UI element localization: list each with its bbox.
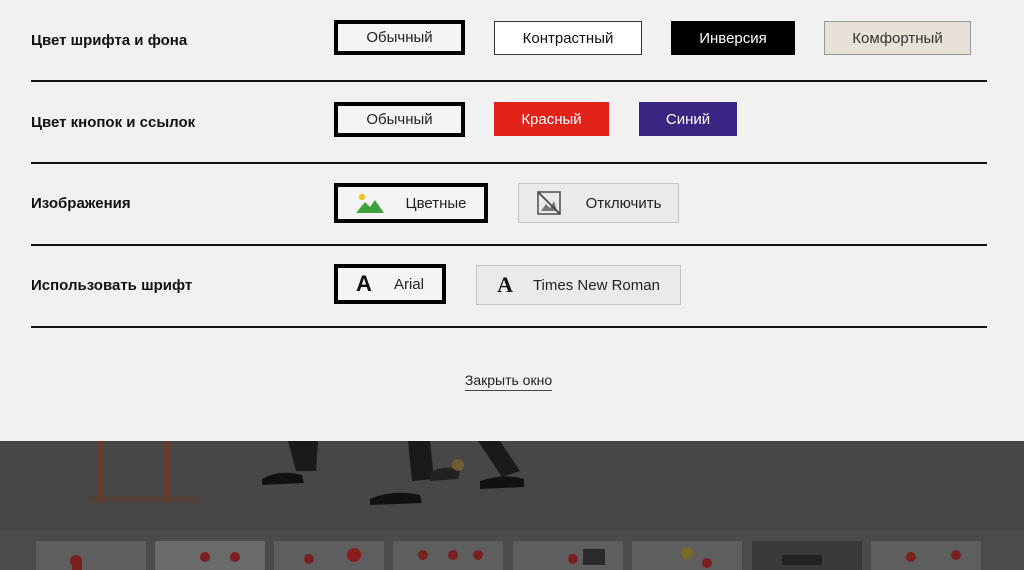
- button-label: Контрастный: [522, 29, 614, 47]
- row-label-images: Изображения: [31, 195, 131, 212]
- row-font-color: Цвет шрифта и фона Обычный Контрастный И…: [31, 0, 987, 82]
- font-color-normal-button[interactable]: Обычный: [334, 20, 465, 55]
- thumbnail[interactable]: [155, 541, 265, 570]
- row-label-button-color: Цвет кнопок и ссылок: [31, 114, 196, 131]
- button-label: Обычный: [366, 111, 433, 128]
- thumbnail[interactable]: [632, 541, 742, 570]
- row-label-font: Использовать шрифт: [31, 277, 193, 294]
- button-label: Обычный: [366, 29, 433, 46]
- button-label: Красный: [521, 110, 582, 128]
- button-label: Синий: [665, 110, 711, 128]
- button-label: Цветные: [405, 194, 467, 212]
- button-label: Инверсия: [699, 29, 767, 47]
- button-label: Times New Roman: [532, 276, 660, 294]
- thumbnail[interactable]: [36, 541, 146, 570]
- row-images: Изображения Цветные Отключить: [31, 164, 987, 246]
- thumbnail[interactable]: [752, 541, 862, 570]
- font-times-button[interactable]: A Times New Roman: [476, 265, 681, 305]
- background-illustration: [0, 441, 1024, 531]
- color-image-icon: [355, 192, 385, 214]
- thumbnail[interactable]: [513, 541, 623, 570]
- thumbnail-strip: [0, 531, 1024, 570]
- row-label-font-color: Цвет шрифта и фона: [31, 32, 188, 49]
- thumbnail[interactable]: [871, 541, 981, 570]
- font-arial-button[interactable]: A Arial: [334, 264, 446, 304]
- images-color-button[interactable]: Цветные: [334, 183, 488, 223]
- close-window-link-container: Закрыть окно: [0, 372, 1017, 391]
- button-label: Отключить: [585, 194, 662, 212]
- button-color-red-button[interactable]: Красный: [494, 102, 609, 136]
- image-off-icon: [536, 190, 562, 216]
- row-font: Использовать шрифт A Arial A Times New R…: [31, 246, 987, 328]
- row-button-color: Цвет кнопок и ссылок Обычный Красный Син…: [31, 82, 987, 164]
- button-color-blue-button[interactable]: Синий: [639, 102, 737, 136]
- button-label: Комфортный: [852, 29, 943, 47]
- button-label: Arial: [393, 275, 424, 293]
- button-color-normal-button[interactable]: Обычный: [334, 102, 465, 137]
- accessibility-settings-panel: Цвет шрифта и фона Обычный Контрастный И…: [0, 0, 1024, 441]
- images-off-button[interactable]: Отключить: [518, 183, 679, 223]
- font-color-comfort-button[interactable]: Комфортный: [824, 21, 971, 55]
- serif-letter-icon: A: [497, 272, 513, 297]
- thumbnail[interactable]: [274, 541, 384, 570]
- font-color-contrast-button[interactable]: Контрастный: [494, 21, 642, 55]
- thumbnail[interactable]: [393, 541, 503, 570]
- font-color-inversion-button[interactable]: Инверсия: [671, 21, 795, 55]
- close-window-link[interactable]: Закрыть окно: [464, 372, 553, 391]
- sans-letter-icon: A: [356, 271, 372, 296]
